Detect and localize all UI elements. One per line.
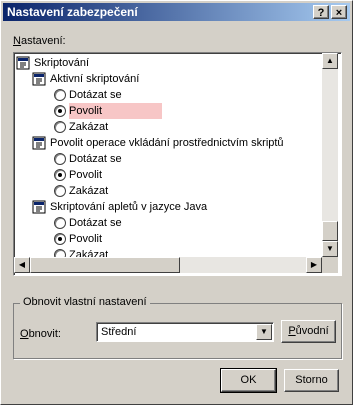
horizontal-scroll-thumb[interactable] — [30, 257, 180, 273]
tree-item-label: Povolit operace vkládání prostřednictvím… — [50, 137, 284, 149]
tree-item-label: Zakázat — [69, 249, 109, 257]
ok-button[interactable]: OK — [220, 368, 277, 393]
reset-level-value: Střední — [101, 326, 137, 338]
radio-button[interactable] — [54, 185, 66, 197]
scroll-right-button[interactable]: ▶ — [306, 257, 322, 273]
title-bar[interactable]: Nastavení zabezpečení ? × — [3, 3, 350, 21]
window-title: Nastavení zabezpečení — [7, 5, 138, 19]
scroll-up-button[interactable]: ▲ — [322, 53, 338, 69]
close-button[interactable]: × — [331, 5, 347, 19]
tree-item-label: Dotázat se — [69, 217, 122, 229]
script-icon — [32, 72, 46, 86]
arrow-down-icon: ▼ — [326, 244, 334, 253]
scrollbar-corner — [322, 257, 338, 273]
arrow-right-icon: ▶ — [310, 260, 318, 269]
script-icon — [32, 200, 46, 214]
reset-button[interactable]: Původní — [281, 320, 336, 343]
arrow-up-icon: ▲ — [326, 56, 334, 65]
tree-item-label: Skriptování apletů v jazyce Java — [50, 201, 208, 213]
tree-item-label: Skriptování — [34, 57, 90, 69]
radio-button[interactable] — [54, 233, 66, 245]
tree-item-label: Zakázat — [69, 121, 109, 133]
close-icon: × — [335, 7, 343, 19]
dropdown-button[interactable]: ▼ — [256, 324, 272, 340]
help-icon: ? — [317, 7, 325, 19]
help-button[interactable]: ? — [313, 5, 329, 19]
reset-level-select[interactable]: Střední ▼ — [96, 322, 274, 342]
group-title: Obnovit vlastní nastavení — [20, 296, 150, 308]
radio-button[interactable] — [54, 249, 66, 257]
arrow-left-icon: ◀ — [18, 260, 26, 269]
tree-item-label: Aktivní skriptování — [50, 73, 140, 85]
radio-button[interactable] — [54, 169, 66, 181]
security-settings-dialog: Nastavení zabezpečení ? × Nastavení: Skr… — [0, 0, 353, 405]
script-icon — [16, 56, 30, 70]
radio-button[interactable] — [54, 153, 66, 165]
radio-button[interactable] — [54, 105, 66, 117]
tree-item-label: Dotázat se — [69, 153, 122, 165]
settings-tree-list[interactable]: Skriptování Aktivní skriptování Dotázat se… — [13, 52, 342, 276]
tree-item-label: Povolit — [69, 103, 163, 119]
reset-custom-settings-group: Obnovit vlastní nastavení Obnovit: Střed… — [13, 296, 342, 359]
cancel-button[interactable]: Storno — [284, 369, 339, 392]
settings-tree: Skriptování Aktivní skriptování Dotázat se… — [16, 55, 321, 257]
settings-label: Nastavení: — [13, 35, 66, 47]
chevron-down-icon: ▼ — [260, 327, 268, 336]
scroll-down-button[interactable]: ▼ — [322, 241, 338, 257]
horizontal-scrollbar[interactable]: ◀ ▶ — [14, 257, 322, 273]
script-icon — [32, 136, 46, 150]
scroll-left-button[interactable]: ◀ — [14, 257, 30, 273]
vertical-scrollbar[interactable]: ▲ ▼ — [322, 53, 338, 257]
radio-button[interactable] — [54, 217, 66, 229]
tree-item-label: Dotázat se — [69, 89, 122, 101]
radio-button[interactable] — [54, 89, 66, 101]
tree-item-label: Povolit — [69, 233, 103, 245]
tree-item-label: Povolit — [69, 169, 103, 181]
reset-label: Obnovit: — [20, 328, 61, 340]
radio-button[interactable] — [54, 121, 66, 133]
tree-item-label: Zakázat — [69, 185, 109, 197]
vertical-scroll-thumb[interactable] — [322, 221, 338, 241]
